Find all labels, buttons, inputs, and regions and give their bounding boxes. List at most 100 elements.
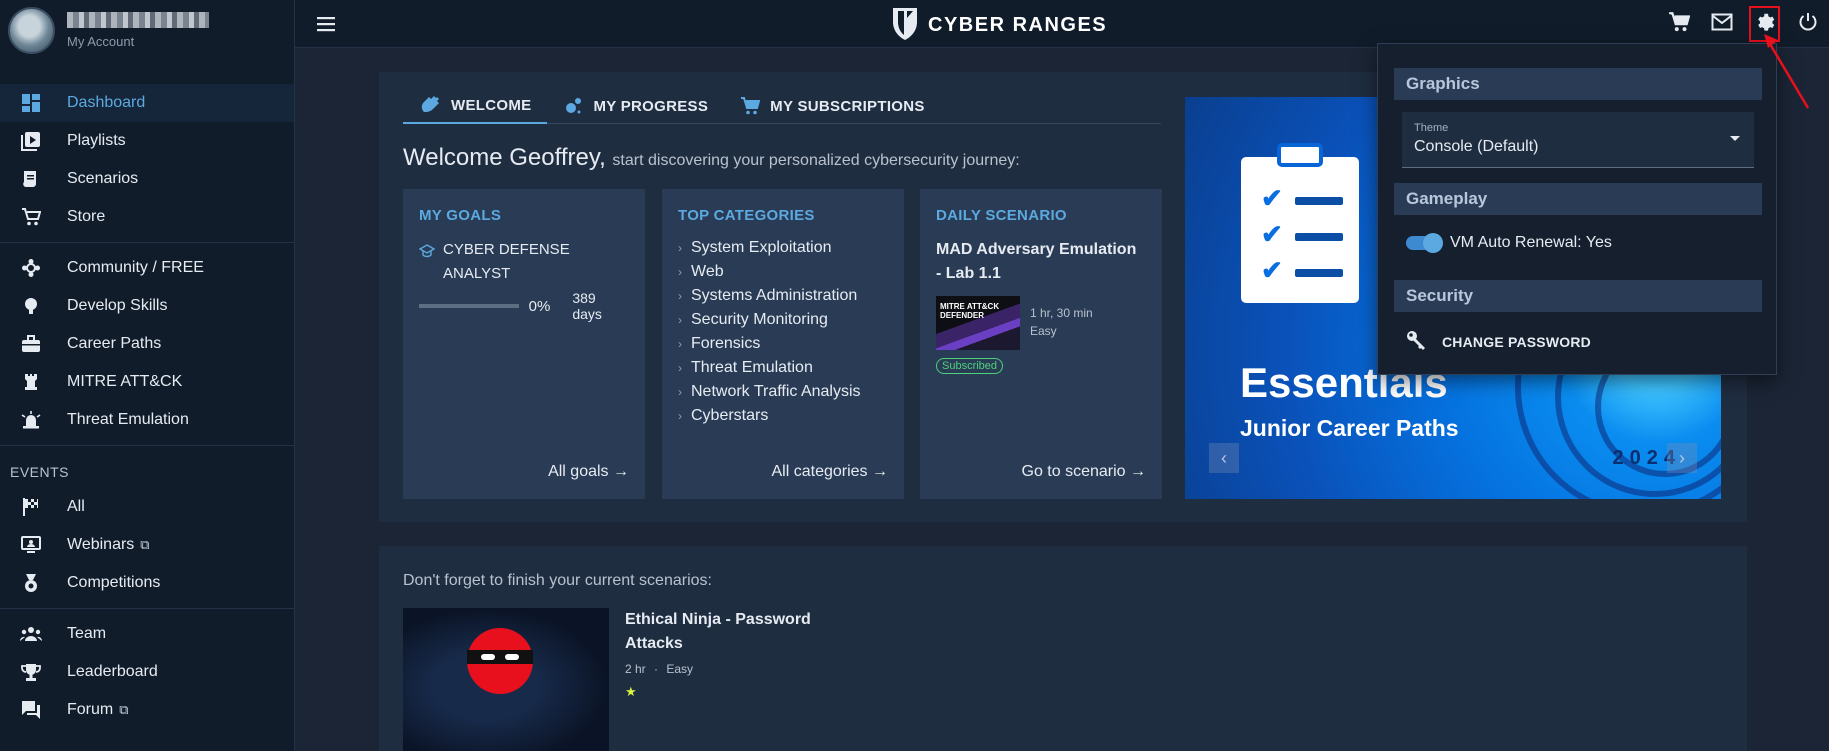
dashboard-tabs: WELCOME MY PROGRESS MY SUBSCRIPTIONS [403, 88, 1161, 124]
banner-subtitle: Junior Career Paths [1240, 415, 1459, 441]
security-section-title: Security [1394, 280, 1762, 312]
flag-icon [20, 496, 42, 518]
progress-percent: 0% [528, 297, 551, 315]
category-label: Cyberstars [691, 407, 769, 424]
goal-progress: 0% 389 days [419, 290, 629, 322]
category-item[interactable]: › Cyberstars [678, 404, 888, 428]
vm-auto-renewal-toggle[interactable] [1406, 233, 1443, 253]
change-password-label: CHANGE PASSWORD [1442, 333, 1591, 350]
all-goals-link[interactable]: All goals → [548, 463, 629, 481]
graduation-cap-icon [418, 242, 436, 266]
goal-item[interactable]: CYBER DEFENSE ANALYST [418, 238, 629, 286]
my-account-link[interactable]: My Account [67, 34, 209, 49]
progress-bubbles-icon [563, 96, 583, 116]
chevron-right-icon: › [678, 361, 682, 375]
category-label: Security Monitoring [691, 311, 828, 328]
sidebar-item-team[interactable]: Team [0, 615, 294, 653]
rook-icon [20, 371, 42, 393]
carousel-next-button[interactable]: › [1667, 443, 1697, 473]
tab-welcome[interactable]: WELCOME [403, 88, 548, 124]
sidebar-item-events-all[interactable]: All [0, 488, 294, 526]
sidebar-item-scenarios[interactable]: Scenarios [0, 160, 294, 198]
change-password-button[interactable]: CHANGE PASSWORD [1406, 330, 1591, 353]
sidebar-item-label: Forum [67, 701, 114, 718]
sidebar-item-career-paths[interactable]: Career Paths [0, 325, 294, 363]
star-icon: ★ [625, 684, 637, 699]
brand-name: CYBER RANGES [928, 14, 1108, 36]
sidebar-item-forum[interactable]: Forum ⧉ [0, 691, 294, 729]
scenario-meta: 1 hr, 30 min Easy [1030, 296, 1093, 350]
sidebar-item-competitions[interactable]: Competitions [0, 564, 294, 602]
avatar[interactable] [8, 6, 55, 54]
sidebar: My Account Dashboard Playlists Scenarios… [0, 0, 295, 751]
sidebar-item-label: Playlists [67, 132, 126, 149]
tab-label: MY SUBSCRIPTIONS [770, 97, 925, 115]
daily-scenario-name[interactable]: MAD Adversary Emulation - Lab 1.1 [936, 238, 1146, 286]
category-item[interactable]: › Forensics [678, 332, 888, 356]
sidebar-item-label: Develop Skills [67, 297, 168, 314]
cart-button[interactable] [1657, 0, 1700, 48]
profile[interactable]: My Account [0, 0, 294, 60]
scenario-duration: 2 hr [625, 662, 646, 676]
chevron-right-icon: › [678, 241, 682, 255]
brand-logo[interactable]: CYBER RANGES [890, 5, 1107, 46]
go-to-scenario-link[interactable]: Go to scenario → [1022, 463, 1147, 481]
sidebar-item-mitre[interactable]: MITRE ATT&CK [0, 363, 294, 401]
category-item[interactable]: › Network Traffic Analysis [678, 380, 888, 404]
tab-label: MY PROGRESS [593, 97, 709, 115]
category-item[interactable]: › Threat Emulation [678, 356, 888, 380]
forum-icon [20, 699, 42, 721]
community-icon [20, 257, 42, 279]
cart-icon [740, 96, 761, 116]
sidebar-item-label: Leaderboard [67, 663, 158, 680]
sidebar-item-label: Threat Emulation [67, 411, 189, 428]
sidebar-item-store[interactable]: Store [0, 198, 294, 236]
sidebar-item-leaderboard[interactable]: Leaderboard [0, 653, 294, 691]
scroll-icon [20, 168, 42, 190]
trophy-icon [20, 661, 42, 683]
sidebar-item-develop-skills[interactable]: Develop Skills [0, 287, 294, 325]
current-scenario-meta: 2 hr · Easy [625, 662, 694, 676]
category-label: Web [691, 263, 724, 280]
carousel-prev-button[interactable]: ‹ [1209, 443, 1239, 473]
scenario-difficulty: Easy [1030, 324, 1057, 338]
chevron-right-icon: › [678, 289, 682, 303]
category-item[interactable]: › Security Monitoring [678, 308, 888, 332]
thumbnail-text: MITRE ATT&CK DEFENDER [940, 302, 1000, 320]
scenario-thumbnail[interactable] [403, 608, 609, 751]
tab-my-subscriptions[interactable]: MY SUBSCRIPTIONS [724, 88, 941, 124]
progress-bar [419, 304, 519, 308]
all-categories-link[interactable]: All categories → [772, 463, 889, 481]
sidebar-item-dashboard[interactable]: Dashboard [0, 84, 294, 122]
chevron-right-icon: › [678, 313, 682, 327]
sidebar-item-community[interactable]: Community / FREE [0, 249, 294, 287]
welcome-subtitle: start discovering your personalized cybe… [612, 152, 1020, 169]
alarm-icon [20, 409, 42, 431]
mail-icon [1711, 12, 1733, 37]
messages-button[interactable] [1700, 0, 1743, 48]
panel-title: MY GOALS [419, 207, 502, 224]
theme-select[interactable]: Theme Console (Default) [1402, 112, 1754, 168]
sidebar-item-webinars[interactable]: Webinars ⧉ [0, 526, 294, 564]
current-scenarios-card: Don't forget to finish your current scen… [379, 546, 1747, 751]
sidebar-item-threat-emulation[interactable]: Threat Emulation [0, 401, 294, 439]
chevron-left-icon: ‹ [1221, 447, 1227, 468]
panel-title: DAILY SCENARIO [936, 207, 1067, 224]
sidebar-item-label: Career Paths [67, 335, 162, 352]
presentation-icon [20, 534, 42, 556]
hamburger-menu-icon[interactable] [315, 13, 337, 35]
current-scenario-title[interactable]: Ethical Ninja - Password Attacks [625, 608, 815, 656]
sidebar-item-label: Competitions [67, 574, 161, 591]
gameplay-section-title: Gameplay [1394, 183, 1762, 215]
scenario-thumbnail[interactable]: MITRE ATT&CK DEFENDER [936, 296, 1020, 350]
tab-my-progress[interactable]: MY PROGRESS [547, 88, 724, 124]
chevron-right-icon: › [678, 385, 682, 399]
category-item[interactable]: › System Exploitation [678, 236, 888, 260]
sidebar-item-playlists[interactable]: Playlists [0, 122, 294, 160]
toggle-knob [1423, 233, 1443, 253]
category-item[interactable]: › Web [678, 260, 888, 284]
subscribed-badge: Subscribed [936, 358, 1004, 374]
nav-group-events: EVENTS All Webinars ⧉ Competitions [0, 446, 294, 609]
clipboard-checklist-icon: ✔ ✔ ✔ [1241, 143, 1359, 303]
category-item[interactable]: › Systems Administration [678, 284, 888, 308]
